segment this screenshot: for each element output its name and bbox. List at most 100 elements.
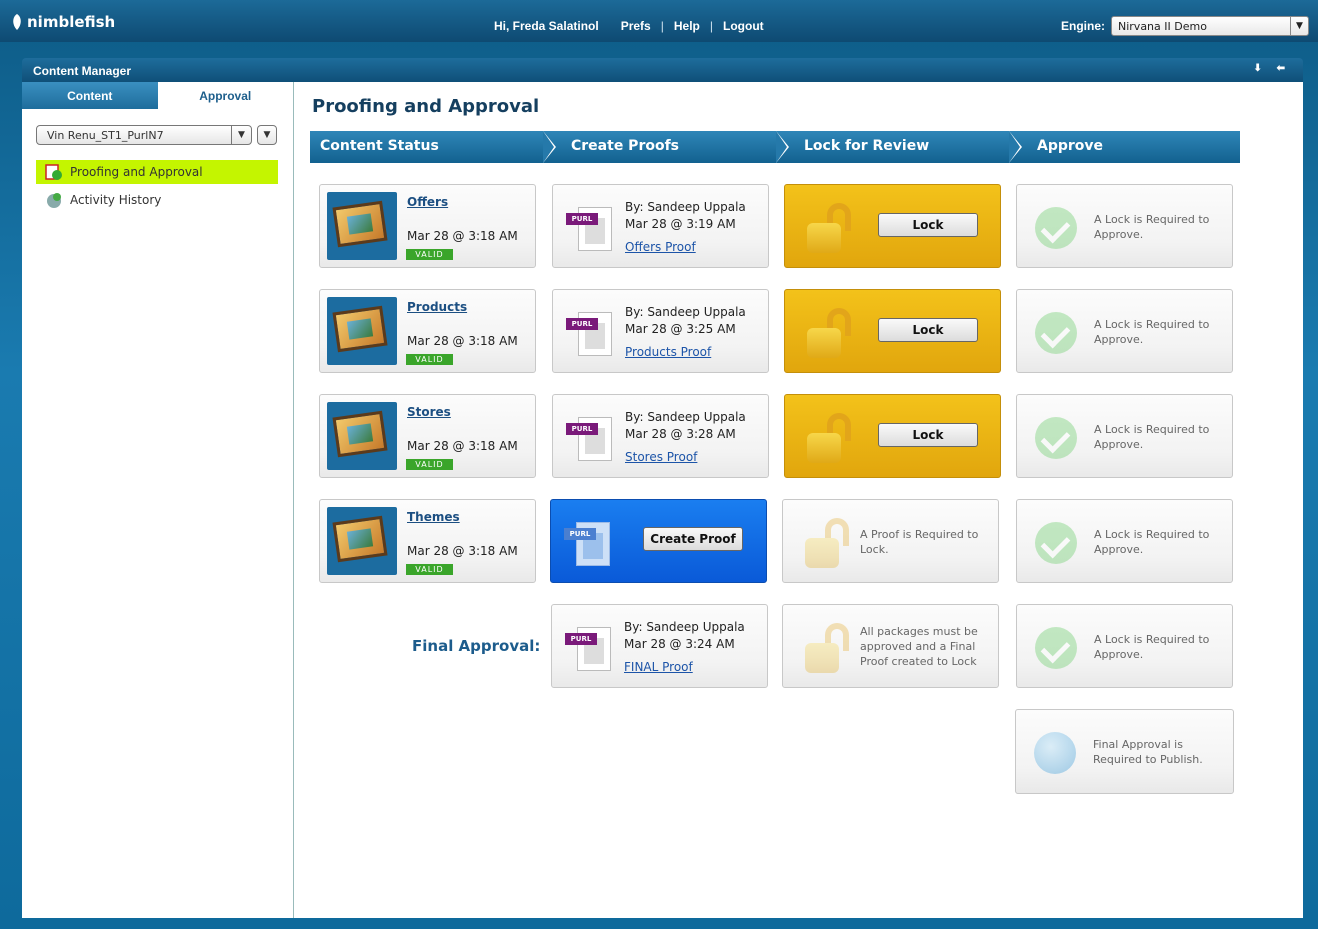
step-arrow <box>1009 131 1020 163</box>
content-date: Mar 28 @ 3:18 AM <box>407 229 518 243</box>
page-title: Proofing and Approval <box>312 96 540 117</box>
create-proof-button[interactable]: Create Proof <box>643 527 743 551</box>
content-name-link[interactable]: Offers <box>407 195 448 209</box>
tab-approval[interactable]: Approval <box>157 82 293 109</box>
main-panel: Proofing and Approval Content Status Cre… <box>294 82 1303 918</box>
proof-card-offers: PURL By: Sandeep Uppala Mar 28 @ 3:19 AM… <box>552 184 769 268</box>
content-card-products: Products Mar 28 @ 3:18 AM VALID <box>319 289 536 373</box>
unlocked-padlock-icon <box>803 413 859 463</box>
approve-card-final: A Lock is Required to Approve. <box>1016 604 1233 688</box>
approve-card-themes: A Lock is Required to Approve. <box>1016 499 1233 583</box>
project-value: Vin Renu_ST1_PurlN7 <box>47 128 164 142</box>
globe-icon <box>1034 732 1076 774</box>
approve-card-offers: A Lock is Required to Approve. <box>1016 184 1233 268</box>
sidebar-item-proofing[interactable]: Proofing and Approval <box>36 160 278 184</box>
publish-card: Final Approval is Required to Publish. <box>1015 709 1234 794</box>
sidebar-item-label: Activity History <box>70 193 162 207</box>
logout-link[interactable]: Logout <box>723 19 764 33</box>
lock-button[interactable]: Lock <box>878 318 978 342</box>
content-manager-header: Content Manager ⬇ ⬅ <box>22 58 1303 82</box>
lock-status-text: All packages must be approved and a Fina… <box>860 625 978 668</box>
lock-status-text: A Proof is Required to Lock. <box>860 528 979 556</box>
engine-label: Engine: <box>1061 19 1105 33</box>
proofing-icon <box>45 164 62 180</box>
window-title: Content Manager <box>33 64 132 78</box>
proof-link[interactable]: Products Proof <box>625 345 711 359</box>
status-badge: VALID <box>406 354 453 365</box>
content-card-stores: Stores Mar 28 @ 3:18 AM VALID <box>319 394 536 478</box>
unlocked-padlock-icon <box>801 518 857 568</box>
content-card-offers: Offers Mar 28 @ 3:18 AM VALID <box>319 184 536 268</box>
approve-card-products: A Lock is Required to Approve. <box>1016 289 1233 373</box>
media-thumbnail-icon <box>327 507 397 575</box>
engine-select[interactable]: Nirvana II Demo ▼ <box>1111 16 1309 36</box>
media-thumbnail-icon <box>327 297 397 365</box>
step-approve: Approve <box>1009 131 1240 163</box>
lock-card-themes: A Proof is Required to Lock. <box>782 499 999 583</box>
logo[interactable]: nimblefish <box>10 13 115 31</box>
approve-card-stores: A Lock is Required to Approve. <box>1016 394 1233 478</box>
proof-link[interactable]: Offers Proof <box>625 240 696 254</box>
lock-card-offers: Lock <box>784 184 1001 268</box>
approve-status-text: A Lock is Required to Approve. <box>1094 528 1210 556</box>
activity-history-icon <box>47 193 61 208</box>
media-thumbnail-icon <box>327 192 397 260</box>
step-arrow <box>543 131 554 163</box>
content-name-link[interactable]: Stores <box>407 405 451 419</box>
checkmark-icon <box>1035 312 1077 354</box>
purl-document-icon: PURL <box>566 203 616 253</box>
proof-author: By: Sandeep Uppala <box>624 620 745 634</box>
chevron-down-icon[interactable]: ▼ <box>1290 17 1308 35</box>
checkmark-icon <box>1035 522 1077 564</box>
user-greeting: Hi, Freda Salatinol <box>494 19 599 33</box>
lock-button[interactable]: Lock <box>878 423 978 447</box>
lock-card-stores: Lock <box>784 394 1001 478</box>
checkmark-icon <box>1035 627 1077 669</box>
content-date: Mar 28 @ 3:18 AM <box>407 334 518 348</box>
chevron-down-icon[interactable]: ▼ <box>231 126 251 144</box>
content-date: Mar 28 @ 3:18 AM <box>407 439 518 453</box>
logo-text: nimblefish <box>27 13 116 31</box>
fish-logo-icon <box>13 14 21 30</box>
approve-status-text: A Lock is Required to Approve. <box>1094 318 1210 346</box>
checkmark-icon <box>1035 417 1077 459</box>
unlocked-padlock-icon <box>803 203 859 253</box>
purl-document-icon: PURL <box>566 413 616 463</box>
project-menu-button[interactable]: ▼ <box>257 125 277 145</box>
create-proof-card-themes: PURL Create Proof <box>550 499 767 583</box>
sidebar-item-label: Proofing and Approval <box>70 165 203 179</box>
content-name-link[interactable]: Themes <box>407 510 460 524</box>
final-approval-label: Final Approval: <box>412 637 541 655</box>
media-thumbnail-icon <box>327 402 397 470</box>
sidebar-tabs: Content Approval <box>22 82 293 109</box>
content-card-themes: Themes Mar 28 @ 3:18 AM VALID <box>319 499 536 583</box>
help-link[interactable]: Help <box>674 19 700 33</box>
proof-date: Mar 28 @ 3:25 AM <box>625 322 736 336</box>
proof-date: Mar 28 @ 3:19 AM <box>625 217 736 231</box>
top-bar: nimblefish Hi, Freda Salatinol Prefs | H… <box>0 0 1318 42</box>
project-row: Vin Renu_ST1_PurlN7 ▼ ▼ <box>36 125 277 145</box>
step-label: Create Proofs <box>571 138 680 154</box>
content-name-link[interactable]: Products <box>407 300 467 314</box>
project-select[interactable]: Vin Renu_ST1_PurlN7 ▼ <box>36 125 252 145</box>
step-arrow <box>776 131 787 163</box>
proof-author: By: Sandeep Uppala <box>625 305 746 319</box>
nav-divider: | <box>709 19 713 33</box>
proof-date: Mar 28 @ 3:24 AM <box>624 637 735 651</box>
tab-content[interactable]: Content <box>22 82 158 109</box>
unlocked-padlock-icon <box>801 623 857 673</box>
step-label: Content Status <box>320 138 439 154</box>
step-label: Lock for Review <box>804 138 930 154</box>
proof-link[interactable]: Stores Proof <box>625 450 697 464</box>
proof-link[interactable]: FINAL Proof <box>624 660 693 674</box>
purl-document-icon: PURL <box>565 623 615 673</box>
publish-status-text: Final Approval is Required to Publish. <box>1093 738 1203 766</box>
window-controls-icon[interactable]: ⬇ ⬅ <box>1253 63 1291 74</box>
lock-card-final: All packages must be approved and a Fina… <box>782 604 999 688</box>
prefs-link[interactable]: Prefs <box>621 19 651 33</box>
purl-document-icon: PURL <box>566 308 616 358</box>
sidebar-item-activity-history[interactable]: Activity History <box>36 188 278 212</box>
engine-selector: Engine: Nirvana II Demo ▼ <box>1061 16 1309 36</box>
proof-card-final: PURL By: Sandeep Uppala Mar 28 @ 3:24 AM… <box>551 604 768 688</box>
lock-button[interactable]: Lock <box>878 213 978 237</box>
